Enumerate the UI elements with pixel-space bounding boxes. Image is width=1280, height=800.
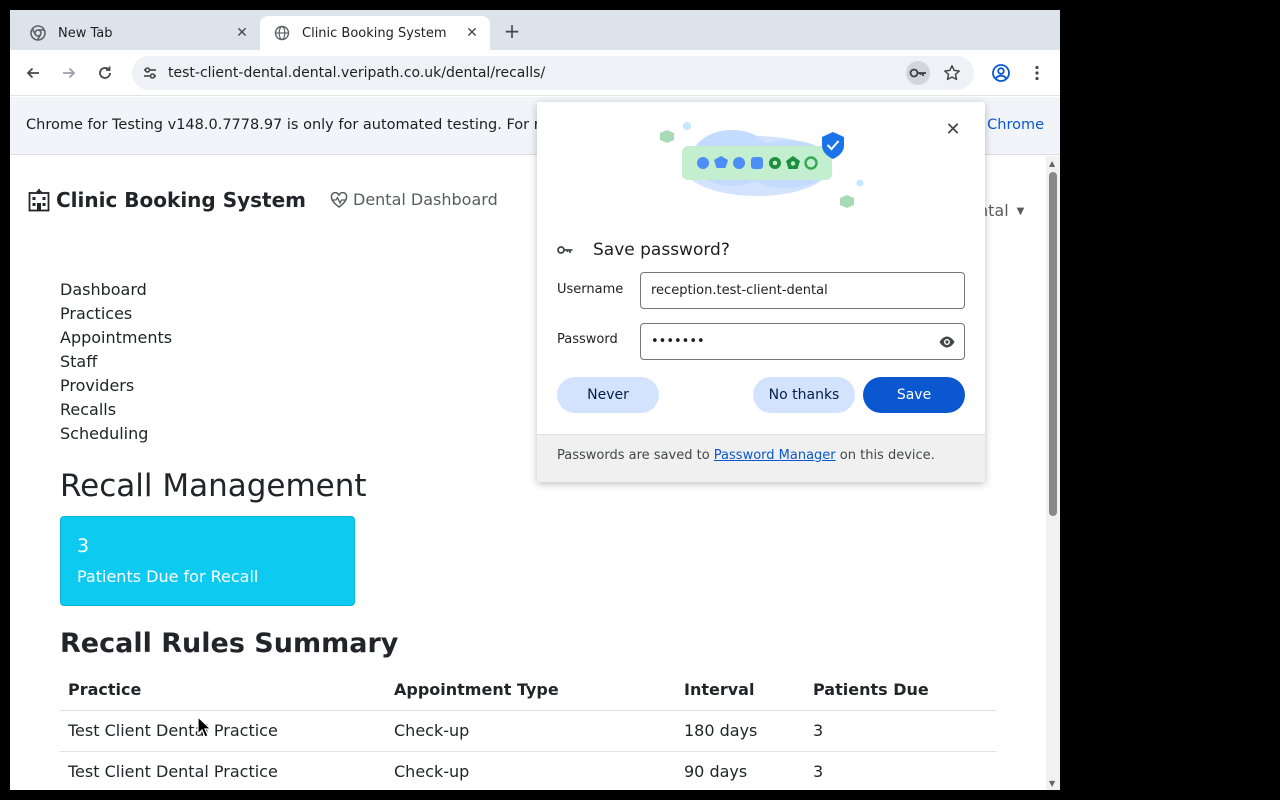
column-header-interval: Interval <box>676 670 805 711</box>
footer-prefix: Passwords are saved to <box>557 448 710 463</box>
browser-toolbar: test-client-dental.dental.veripath.co.uk… <box>10 50 1060 96</box>
heart-pulse-icon <box>330 191 348 208</box>
reload-button[interactable] <box>92 60 118 86</box>
sidebar-item-providers[interactable]: Providers <box>60 374 172 398</box>
cell-appointment-type: Check-up <box>386 710 676 752</box>
password-value: ••••••• <box>651 334 705 349</box>
rules-heading: Recall Rules Summary <box>60 628 399 659</box>
scrollbar-thumb[interactable] <box>1049 172 1057 516</box>
table-row: Test Client Dental Practice Check-up 90 … <box>60 751 996 790</box>
bookmark-star-icon[interactable] <box>940 61 964 85</box>
save-button[interactable]: Save <box>863 377 965 413</box>
no-thanks-button[interactable]: No thanks <box>753 377 855 413</box>
globe-icon <box>274 25 290 41</box>
sidebar-item-scheduling[interactable]: Scheduling <box>60 422 172 446</box>
infobar-message: Chrome for Testing v148.0.7778.97 is onl… <box>26 117 549 133</box>
cell-patients-due: 3 <box>805 710 996 752</box>
column-header-appointment-type: Appointment Type <box>386 670 676 711</box>
url-text[interactable]: test-client-dental.dental.veripath.co.uk… <box>168 56 545 90</box>
sidebar-item-recalls[interactable]: Recalls <box>60 398 172 422</box>
nav-dental-dashboard[interactable]: Dental Dashboard <box>330 190 498 209</box>
cell-patients-due: 3 <box>805 751 996 790</box>
tab-new-tab[interactable]: New Tab ✕ <box>16 16 260 50</box>
username-field[interactable]: reception.test-client-dental <box>640 272 965 309</box>
back-button[interactable] <box>20 60 46 86</box>
column-header-patients-due: Patients Due <box>805 670 996 711</box>
cell-practice: Test Client Dental Practice <box>60 710 386 752</box>
sidebar-item-practices[interactable]: Practices <box>60 302 172 326</box>
mouse-cursor-icon <box>197 716 211 738</box>
dialog-header: Save password? <box>557 240 730 260</box>
sidebar-item-dashboard[interactable]: Dashboard <box>60 278 172 302</box>
cell-interval: 180 days <box>676 710 805 752</box>
key-icon <box>557 246 573 254</box>
new-tab-button[interactable]: + <box>500 20 524 44</box>
chrome-icon <box>30 25 46 41</box>
page-title: Recall Management <box>60 468 367 504</box>
table-header-row: Practice Appointment Type Interval Patie… <box>60 670 996 711</box>
cell-appointment-type: Check-up <box>386 751 676 790</box>
footer-suffix: on this device. <box>839 448 935 463</box>
password-manager-link[interactable]: Password Manager <box>714 448 836 463</box>
patients-due-label: Patients Due for Recall <box>77 567 259 586</box>
patients-due-count: 3 <box>77 535 90 557</box>
save-password-dialog: ✕ Save password? Username reception.test… <box>537 102 985 482</box>
password-field[interactable]: ••••••• <box>640 323 965 360</box>
patients-due-card[interactable]: 3 Patients Due for Recall <box>60 516 355 606</box>
column-header-practice: Practice <box>60 670 386 711</box>
site-info-icon[interactable] <box>140 63 160 83</box>
navbar-brand[interactable]: Clinic Booking System <box>28 188 306 212</box>
tab-strip: New Tab ✕ Clinic Booking System ✕ + <box>10 10 1060 50</box>
page-scrollbar[interactable]: ▲ ▼ <box>1046 156 1060 790</box>
tab-title: Clinic Booking System <box>302 25 447 41</box>
caret-down-icon: ▼ <box>1016 206 1025 217</box>
cell-interval: 90 days <box>676 751 805 790</box>
tab-clinic-booking[interactable]: Clinic Booking System ✕ <box>260 16 490 50</box>
dialog-title: Save password? <box>593 240 730 260</box>
scroll-up-icon[interactable]: ▲ <box>1049 159 1055 168</box>
forward-button[interactable] <box>56 60 82 86</box>
show-password-eye-icon[interactable] <box>938 333 956 351</box>
tab-title: New Tab <box>58 25 113 41</box>
reload-icon <box>99 66 111 79</box>
scroll-down-icon[interactable]: ▼ <box>1049 779 1055 788</box>
never-button[interactable]: Never <box>557 377 659 413</box>
address-bar[interactable]: test-client-dental.dental.veripath.co.uk… <box>132 56 974 90</box>
cell-practice: Test Client Dental Practice <box>60 751 386 790</box>
profile-icon[interactable] <box>988 60 1014 86</box>
back-arrow-icon <box>26 67 39 79</box>
nav-dashboard-label: Dental Dashboard <box>353 190 498 209</box>
close-dialog-button[interactable]: ✕ <box>943 120 963 140</box>
hospital-icon <box>28 189 50 212</box>
username-label: Username <box>557 282 624 297</box>
sidebar-nav: Dashboard Practices Appointments Staff P… <box>60 278 172 446</box>
sidebar-item-appointments[interactable]: Appointments <box>60 326 172 350</box>
browser-window: New Tab ✕ Clinic Booking System ✕ + test… <box>10 10 1060 790</box>
password-label: Password <box>557 332 618 347</box>
sidebar-item-staff[interactable]: Staff <box>60 350 172 374</box>
close-tab-icon[interactable]: ✕ <box>464 25 480 41</box>
brand-label: Clinic Booking System <box>56 188 307 212</box>
forward-arrow-icon <box>63 67 76 79</box>
password-illustration <box>660 122 864 208</box>
dialog-footer: Passwords are saved to Password Manager … <box>537 434 985 482</box>
key-icon[interactable] <box>906 61 930 85</box>
menu-kebab-icon[interactable] <box>1024 60 1050 86</box>
close-tab-icon[interactable]: ✕ <box>234 25 250 41</box>
